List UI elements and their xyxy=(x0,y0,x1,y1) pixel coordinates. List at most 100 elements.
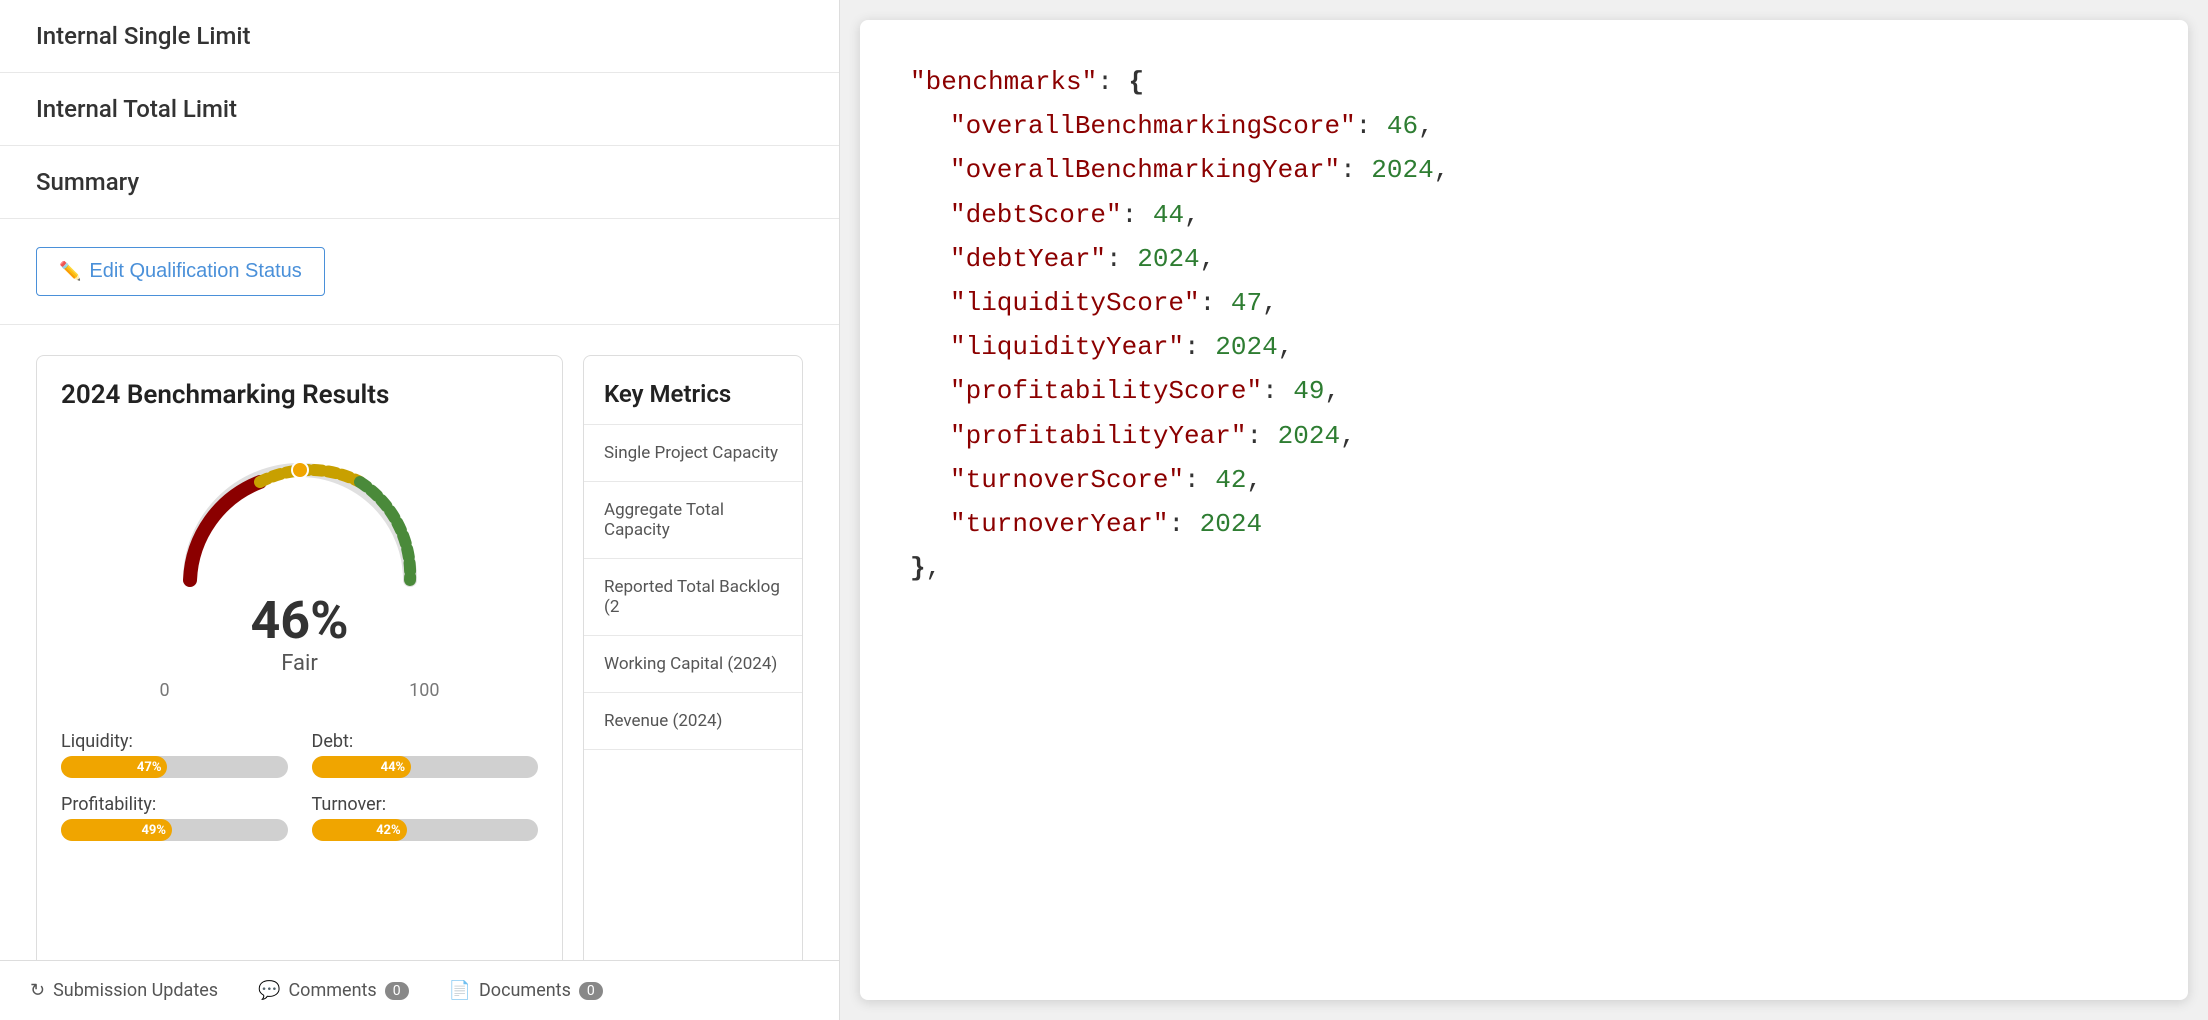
documents-badge: 0 xyxy=(579,982,603,1000)
json-val-profitability-score: 49 xyxy=(1293,376,1324,406)
document-icon: 📄 xyxy=(449,980,471,1001)
metric-debt-bar: 44% xyxy=(312,756,539,778)
key-metrics-card: Key Metrics Single Project Capacity Aggr… xyxy=(583,355,803,990)
edit-section: ✏️ Edit Qualification Status xyxy=(0,219,839,325)
summary-row: Summary xyxy=(0,146,839,219)
json-val-profitability-year: 2024 xyxy=(1278,421,1340,451)
key-metric-aggregate[interactable]: Aggregate Total Capacity xyxy=(584,482,802,559)
internal-total-limit-row: Internal Total Limit xyxy=(0,73,839,146)
metric-profitability: Profitability: 49% xyxy=(61,794,288,841)
key-metric-aggregate-label: Aggregate Total Capacity xyxy=(604,500,724,540)
edit-btn-label: Edit Qualification Status xyxy=(89,260,301,283)
json-line-debt-year: "debtYear": 2024, xyxy=(910,237,2138,281)
bar-fill-liquidity: 47% xyxy=(61,756,167,778)
gauge-svg xyxy=(160,440,440,600)
pencil-icon: ✏️ xyxy=(59,261,81,282)
key-metric-working-capital[interactable]: Working Capital (2024) xyxy=(584,636,802,693)
bar-value-profitability: 49% xyxy=(141,823,166,838)
internal-single-limit-label: Internal Single Limit xyxy=(36,22,251,50)
key-metric-single-project-label: Single Project Capacity xyxy=(604,443,778,463)
json-line-debt-score: "debtScore": 44, xyxy=(910,193,2138,237)
bar-value-turnover: 42% xyxy=(376,823,401,838)
bar-fill-turnover: 42% xyxy=(312,819,407,841)
metric-liquidity: Liquidity: 47% xyxy=(61,731,288,778)
json-line-liquidity-score: "liquidityScore": 47, xyxy=(910,281,2138,325)
metric-profitability-name: Profitability: xyxy=(61,794,288,815)
documents-item[interactable]: 📄 Documents 0 xyxy=(449,980,603,1001)
left-panel: Internal Single Limit Internal Total Lim… xyxy=(0,0,840,1020)
json-key-turnover-score: "turnoverScore" xyxy=(950,465,1184,495)
json-val-liquidity-year: 2024 xyxy=(1215,332,1277,362)
key-metric-revenue-label: Revenue (2024) xyxy=(604,711,722,731)
json-line-profitability-year: "profitabilityYear": 2024, xyxy=(910,414,2138,458)
metric-turnover-bar: 42% xyxy=(312,819,539,841)
gauge-min: 0 xyxy=(160,680,170,701)
json-val-overall-score: 46 xyxy=(1387,111,1418,141)
gauge-max: 100 xyxy=(409,680,439,701)
submission-updates-label: Submission Updates xyxy=(53,980,218,1001)
json-line-turnover-year: "turnoverYear": 2024 xyxy=(910,502,2138,546)
json-val-turnover-year: 2024 xyxy=(1200,509,1262,539)
info-rows: Internal Single Limit Internal Total Lim… xyxy=(0,0,839,219)
bar-value-liquidity: 47% xyxy=(137,760,162,775)
key-metric-single-project[interactable]: Single Project Capacity xyxy=(584,425,802,482)
edit-qualification-status-button[interactable]: ✏️ Edit Qualification Status xyxy=(36,247,325,296)
metric-liquidity-name: Liquidity: xyxy=(61,731,288,752)
benchmarking-card: 2024 Benchmarking Results 46% Fair xyxy=(36,355,563,990)
json-key-profitability-score: "profitabilityScore" xyxy=(950,376,1262,406)
json-line-benchmarks-open: "benchmarks": { xyxy=(910,60,2138,104)
comments-item[interactable]: 💬 Comments 0 xyxy=(258,980,409,1001)
internal-total-limit-label: Internal Total Limit xyxy=(36,95,237,123)
comments-badge: 0 xyxy=(385,982,409,1000)
comment-icon: 💬 xyxy=(258,980,280,1001)
json-close-brace: } xyxy=(910,553,926,583)
key-metrics-title: Key Metrics xyxy=(584,380,802,425)
benchmarking-area: 2024 Benchmarking Results 46% Fair xyxy=(0,325,839,1020)
bar-value-debt: 44% xyxy=(381,760,406,775)
benchmarking-title: 2024 Benchmarking Results xyxy=(61,380,538,410)
bar-fill-profitability: 49% xyxy=(61,819,172,841)
json-key-debt-score: "debtScore" xyxy=(950,200,1122,230)
metric-turnover-name: Turnover: xyxy=(312,794,539,815)
metric-liquidity-bar: 47% xyxy=(61,756,288,778)
json-key-liquidity-score: "liquidityScore" xyxy=(950,288,1200,318)
json-val-debt-score: 44 xyxy=(1153,200,1184,230)
json-key-turnover-year: "turnoverYear" xyxy=(950,509,1168,539)
json-val-debt-year: 2024 xyxy=(1137,244,1199,274)
json-line-overall-year: "overallBenchmarkingYear": 2024, xyxy=(910,148,2138,192)
bottom-bar: ↻ Submission Updates 💬 Comments 0 📄 Docu… xyxy=(0,960,839,1020)
json-viewer-panel: "benchmarks": { "overallBenchmarkingScor… xyxy=(860,20,2188,1000)
json-key-debt-year: "debtYear" xyxy=(950,244,1106,274)
json-line-profitability-score: "profitabilityScore": 49, xyxy=(910,369,2138,413)
json-val-overall-year: 2024 xyxy=(1371,155,1433,185)
key-metric-backlog-label: Reported Total Backlog (2 xyxy=(604,577,780,617)
json-key-benchmarks: "benchmarks" xyxy=(910,67,1097,97)
documents-label: Documents xyxy=(479,980,571,1001)
metric-turnover: Turnover: 42% xyxy=(312,794,539,841)
submission-updates-item[interactable]: ↻ Submission Updates xyxy=(30,980,218,1001)
gauge-container: 46% Fair 0 100 xyxy=(61,440,538,701)
key-metric-backlog[interactable]: Reported Total Backlog (2 xyxy=(584,559,802,636)
metrics-grid: Liquidity: 47% Debt: 44% xyxy=(61,731,538,841)
metric-debt: Debt: 44% xyxy=(312,731,539,778)
internal-single-limit-row: Internal Single Limit xyxy=(0,0,839,73)
gauge-score: 46% xyxy=(250,590,348,651)
json-val-turnover-score: 42 xyxy=(1215,465,1246,495)
json-key-overall-score: "overallBenchmarkingScore" xyxy=(950,111,1356,141)
json-line-turnover-score: "turnoverScore": 42, xyxy=(910,458,2138,502)
json-key-liquidity-year: "liquidityYear" xyxy=(950,332,1184,362)
summary-label: Summary xyxy=(36,168,139,196)
json-line-liquidity-year: "liquidityYear": 2024, xyxy=(910,325,2138,369)
bar-fill-debt: 44% xyxy=(312,756,412,778)
json-line-close: }, xyxy=(910,546,2138,590)
json-key-overall-year: "overallBenchmarkingYear" xyxy=(950,155,1340,185)
refresh-icon: ↻ xyxy=(30,980,45,1001)
json-line-overall-score: "overallBenchmarkingScore": 46, xyxy=(910,104,2138,148)
json-key-profitability-year: "profitabilityYear" xyxy=(950,421,1246,451)
metric-debt-name: Debt: xyxy=(312,731,539,752)
gauge-grade: Fair xyxy=(281,651,318,676)
metric-profitability-bar: 49% xyxy=(61,819,288,841)
json-val-liquidity-score: 47 xyxy=(1231,288,1262,318)
comments-label: Comments xyxy=(288,980,376,1001)
key-metric-revenue[interactable]: Revenue (2024) xyxy=(584,693,802,750)
